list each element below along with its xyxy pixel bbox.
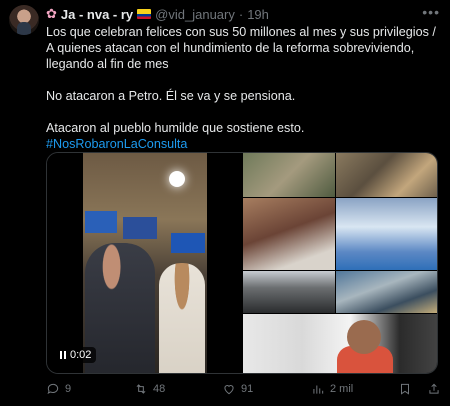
tweet-paragraph: Atacaron al pueblo humilde que sostiene … bbox=[46, 121, 305, 135]
share-button[interactable] bbox=[427, 382, 441, 396]
display-name[interactable]: Ja - nva - ry bbox=[61, 7, 133, 22]
collage-photo bbox=[336, 153, 437, 197]
reply-button[interactable]: 9 bbox=[46, 382, 71, 396]
tweet-paragraph: No atacaron a Petro. Él se va y se pensi… bbox=[46, 89, 296, 103]
like-button[interactable]: 91 bbox=[222, 382, 253, 396]
bookmark-button[interactable] bbox=[398, 382, 412, 396]
collage-photo bbox=[243, 314, 437, 373]
tv-screen bbox=[171, 233, 205, 253]
timestamp[interactable]: 19h bbox=[247, 7, 269, 22]
views-button[interactable]: 2 mil bbox=[311, 382, 353, 396]
retweet-icon bbox=[136, 384, 146, 394]
like-count: 91 bbox=[241, 383, 254, 395]
flower-emoji: ✿ bbox=[46, 6, 57, 21]
retweet-button[interactable]: 48 bbox=[134, 382, 165, 396]
photo-collage[interactable] bbox=[243, 153, 437, 373]
share-icon bbox=[429, 383, 439, 394]
tweet-header: ✿ Ja - nva - ry @vid_january · 19h ••• bbox=[46, 4, 440, 22]
collage-photo bbox=[336, 198, 437, 270]
action-bar: 9 48 91 2 mil bbox=[46, 382, 442, 398]
like-icon bbox=[224, 385, 234, 395]
views-icon bbox=[313, 385, 324, 394]
bookmark-icon bbox=[401, 383, 409, 395]
user-handle[interactable]: @vid_january bbox=[155, 7, 235, 22]
hashtag-link[interactable]: #NosRobaronLaConsulta bbox=[46, 136, 442, 152]
more-icon[interactable]: ••• bbox=[422, 4, 440, 20]
tweet-text: Los que celebran felices con sus 50 mill… bbox=[46, 24, 442, 152]
woman-figure bbox=[159, 263, 205, 373]
colombia-flag-icon bbox=[137, 9, 152, 19]
reply-icon bbox=[47, 383, 59, 395]
tv-screen bbox=[85, 211, 117, 233]
video-timestamp: 0:02 bbox=[70, 349, 92, 361]
view-count: 2 mil bbox=[330, 383, 354, 395]
collage-photo bbox=[243, 271, 335, 313]
video-frame bbox=[83, 153, 207, 373]
collage-photo bbox=[243, 198, 335, 270]
tweet-paragraph: Los que celebran felices con sus 50 mill… bbox=[46, 25, 436, 71]
media-container: 0:02 bbox=[46, 152, 438, 374]
reply-count: 9 bbox=[65, 383, 72, 395]
collage-photo bbox=[336, 271, 437, 313]
collage-photo bbox=[243, 153, 335, 197]
tv-screen bbox=[123, 217, 157, 239]
video-time-badge[interactable]: 0:02 bbox=[55, 347, 97, 363]
ceiling-light bbox=[169, 171, 185, 187]
separator-dot: · bbox=[238, 6, 244, 22]
avatar[interactable] bbox=[9, 5, 39, 35]
pause-icon[interactable] bbox=[60, 351, 66, 359]
retweet-count: 48 bbox=[153, 383, 166, 395]
video-player[interactable]: 0:02 bbox=[47, 153, 243, 373]
